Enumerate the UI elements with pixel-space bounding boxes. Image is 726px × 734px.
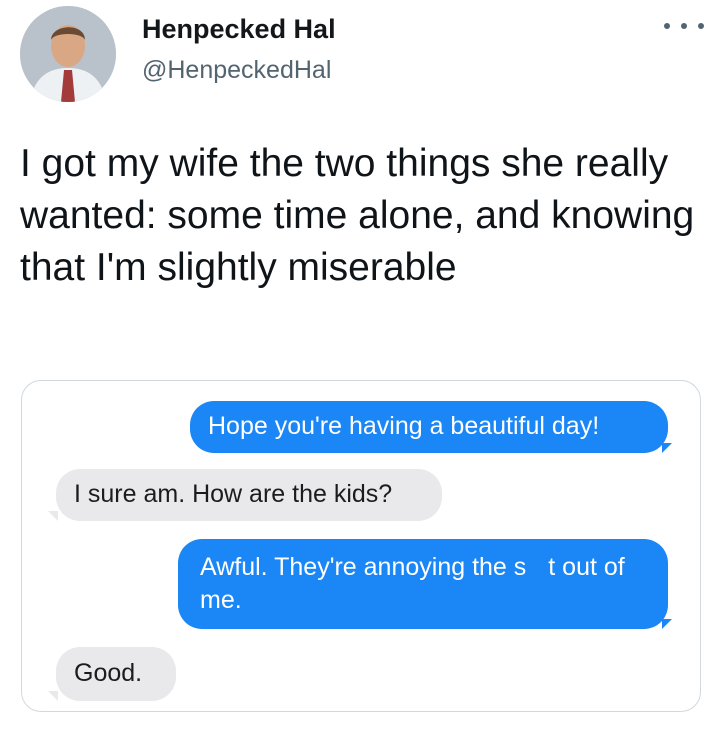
author-name[interactable]: Henpecked Hal bbox=[142, 14, 336, 45]
message-bubble-outgoing: Hope you're having a beautiful day! bbox=[190, 401, 668, 453]
avatar[interactable] bbox=[20, 6, 116, 102]
dot bbox=[664, 23, 670, 29]
dot bbox=[698, 23, 704, 29]
message-bubble-outgoing: Awful. They're annoying the st out of me… bbox=[178, 539, 668, 629]
bubble-tail bbox=[662, 619, 672, 629]
message-bubble-incoming: I sure am. How are the kids? bbox=[56, 469, 442, 521]
bubble-tail bbox=[662, 443, 672, 453]
message-text: Hope you're having a beautiful day! bbox=[208, 412, 600, 440]
bubble-tail bbox=[48, 511, 58, 521]
message-text: I sure am. How are the kids? bbox=[74, 480, 393, 508]
message-bubble-incoming: Good. bbox=[56, 647, 176, 701]
message-text: Good. bbox=[74, 659, 143, 687]
tweet-text: I got my wife the two things she really … bbox=[20, 142, 695, 289]
author-handle[interactable]: @HenpeckedHal bbox=[142, 56, 331, 85]
dot bbox=[681, 23, 687, 29]
tweet-media-screenshot[interactable]: Hope you're having a beautiful day! I su… bbox=[21, 380, 701, 712]
more-options-icon[interactable] bbox=[664, 14, 704, 38]
bubble-tail bbox=[48, 691, 58, 701]
avatar-image bbox=[20, 6, 116, 102]
message-text-part: Awful. They're annoying the s bbox=[200, 553, 527, 581]
